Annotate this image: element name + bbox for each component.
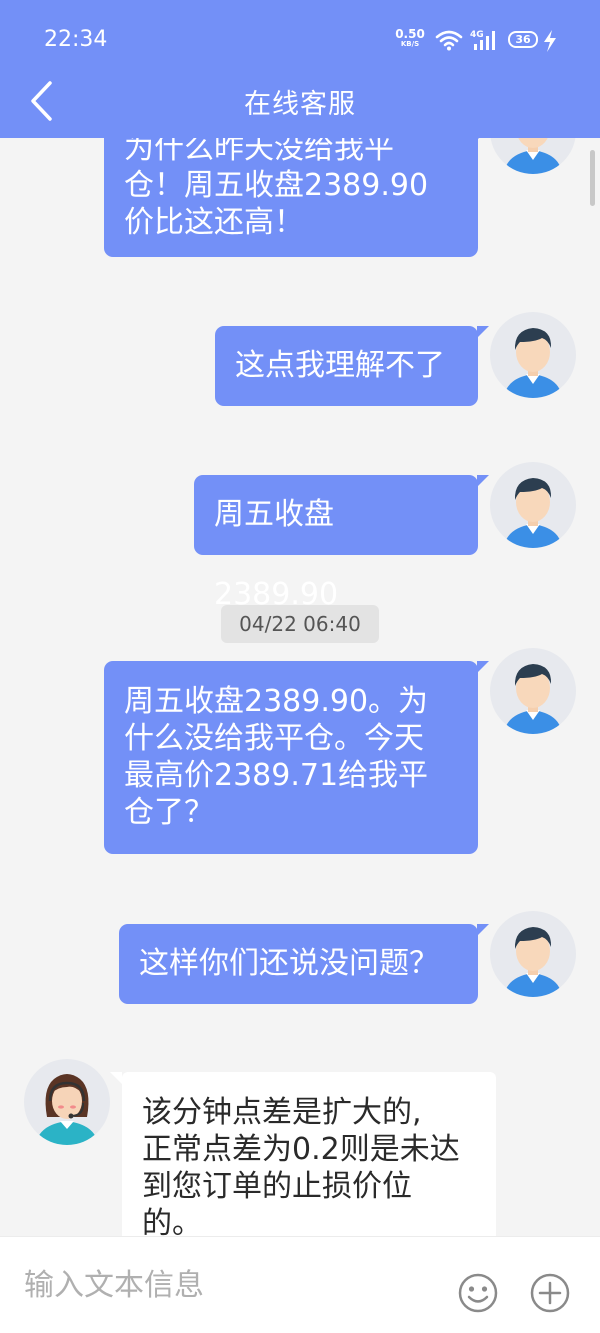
status-time: 22:34 — [44, 27, 108, 52]
user-avatar[interactable] — [490, 648, 576, 734]
status-bar: 22:34 0.50 KB/S 4G 36 — [0, 0, 600, 80]
smiley-icon[interactable] — [456, 1271, 500, 1315]
bubble-tail — [477, 475, 489, 487]
user-avatar-icon — [504, 328, 562, 398]
message-bubble[interactable]: 这点我理解不了 — [215, 326, 478, 406]
message-bubble[interactable]: 为什么昨天没给我平 仓！周五收盘2389.90 价比这还高！ — [104, 128, 478, 257]
charging-bolt-icon — [544, 30, 556, 52]
scrollbar[interactable] — [590, 150, 595, 206]
app-header: 22:34 0.50 KB/S 4G 36 在线客服 — [0, 0, 600, 138]
message-bubble-agent[interactable]: 该分钟点差是扩大的, 正常点差为0.2则是未达 到您订单的止损价位 的。 — [122, 1072, 496, 1236]
battery-icon: 36 — [508, 31, 538, 48]
bubble-tail — [477, 661, 489, 673]
user-avatar[interactable] — [490, 462, 576, 548]
agent-avatar-icon — [36, 1074, 98, 1145]
timestamp-label: 04/22 06:40 — [221, 605, 379, 643]
plus-circle-icon[interactable] — [528, 1271, 572, 1315]
user-avatar[interactable] — [490, 312, 576, 398]
user-avatar-icon — [504, 478, 562, 548]
net-speed-unit: KB/S — [400, 40, 420, 48]
agent-avatar[interactable] — [24, 1059, 110, 1145]
message-bubble[interactable]: 这样你们还说没问题？ — [119, 924, 478, 1004]
message-input[interactable] — [24, 1257, 424, 1313]
page-title: 在线客服 — [244, 89, 356, 120]
composer-bar — [0, 1236, 600, 1333]
bubble-tail — [110, 1072, 122, 1084]
wifi-icon — [435, 30, 463, 51]
svg-text:4G: 4G — [470, 30, 484, 40]
bubble-tail — [477, 326, 489, 338]
bubble-tail — [477, 924, 489, 936]
chat-area[interactable]: 为什么昨天没给我平 仓！周五收盘2389.90 价比这还高！ 这点我理解不了 周… — [0, 0, 600, 1236]
message-bubble[interactable]: 周五收盘2389.90 — [194, 475, 478, 612]
signal-icon: 4G — [470, 30, 495, 50]
user-avatar-icon — [504, 664, 562, 734]
message-bubble[interactable]: 周五收盘2389.90。为 什么没给我平仓。今天 最高价2389.71给我平 仓… — [104, 661, 478, 854]
net-speed-value: 0.50 — [395, 27, 425, 41]
net-speed: 0.50 KB/S — [394, 28, 426, 48]
user-avatar[interactable] — [490, 911, 576, 997]
user-avatar-icon — [504, 927, 562, 997]
